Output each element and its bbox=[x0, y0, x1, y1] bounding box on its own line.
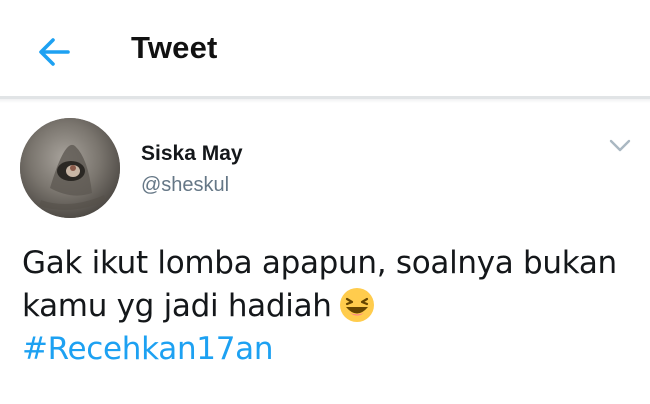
avatar-image bbox=[20, 118, 120, 218]
page-title: Tweet bbox=[131, 30, 218, 65]
top-app-bar: Tweet bbox=[0, 0, 650, 103]
arrow-left-icon bbox=[39, 38, 70, 66]
tweet-detail-screen: Tweet Siska May @sheskul Gak ikut lomba … bbox=[0, 0, 650, 404]
tweet-text-line: kamu yg jadi hadiah bbox=[22, 285, 632, 328]
chevron-down-icon bbox=[609, 139, 631, 152]
hashtag-link[interactable]: #Recehkan17an bbox=[22, 328, 632, 371]
avatar[interactable] bbox=[20, 118, 120, 218]
tweet-text-line: Gak ikut lomba apapun, soalnya bukan bbox=[22, 245, 617, 281]
author-handle[interactable]: @sheskul bbox=[141, 174, 229, 197]
laughing-face-emoji bbox=[339, 288, 374, 322]
back-button[interactable] bbox=[30, 28, 78, 76]
tweet-menu-button[interactable] bbox=[604, 132, 636, 160]
tweet-text: Gak ikut lomba apapun, soalnya bukan kam… bbox=[22, 242, 632, 371]
tweet-text-segment: kamu yg jadi hadiah bbox=[22, 288, 332, 324]
author-display-name[interactable]: Siska May bbox=[141, 142, 243, 166]
header-shadow bbox=[0, 99, 650, 103]
